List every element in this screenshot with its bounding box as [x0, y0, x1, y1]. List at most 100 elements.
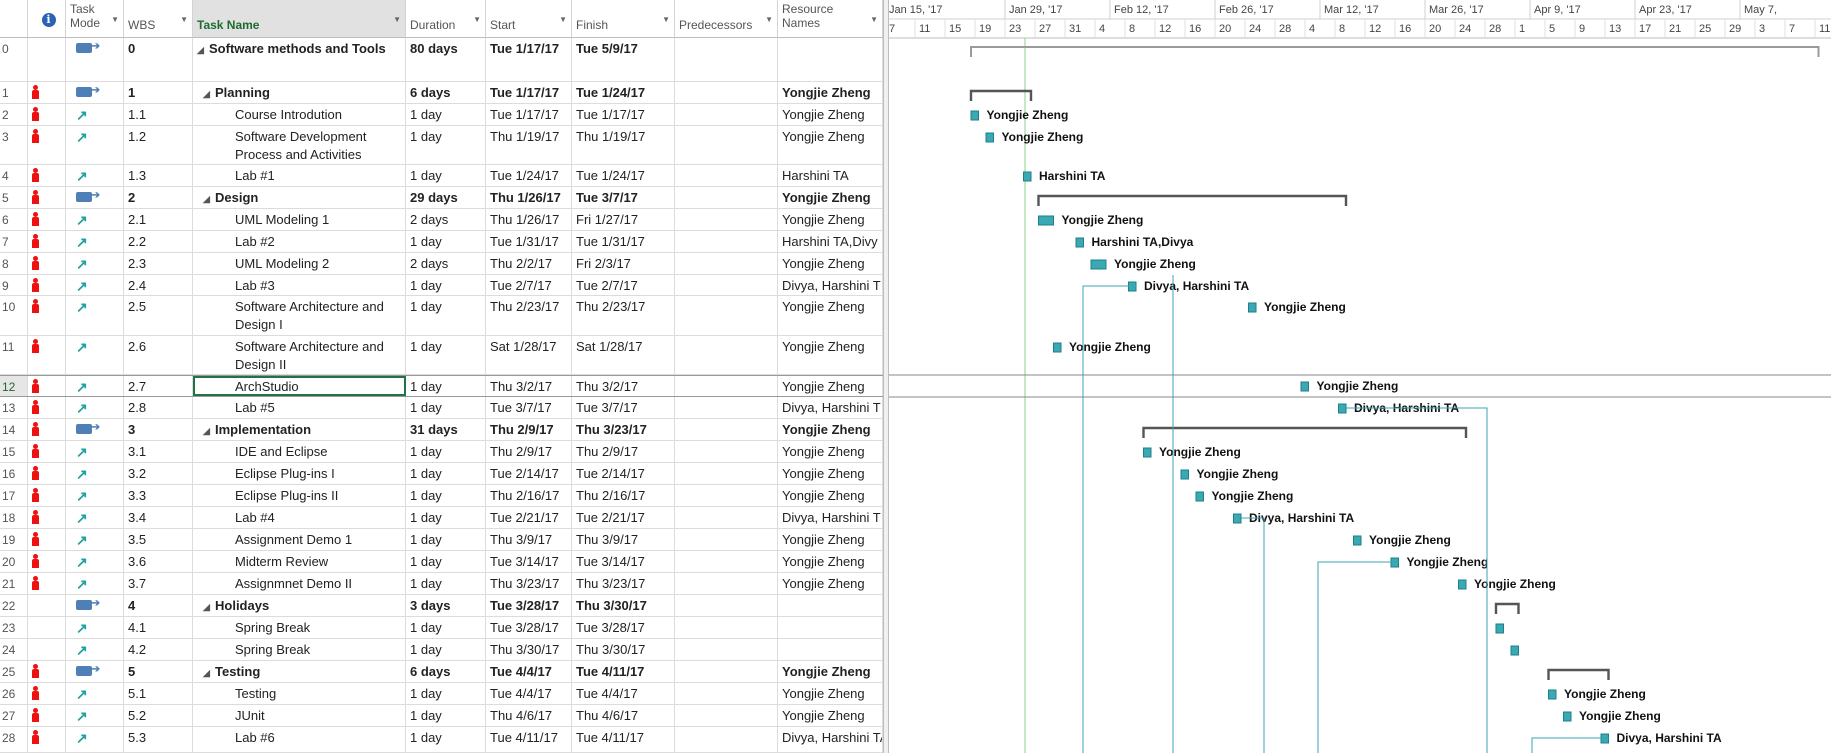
- duration-cell[interactable]: 1 day: [406, 617, 486, 638]
- predecessors-cell[interactable]: [675, 661, 778, 682]
- header-duration[interactable]: Duration ▼: [406, 0, 486, 38]
- finish-cell[interactable]: Tue 3/7/17: [572, 397, 675, 418]
- start-cell[interactable]: Tue 2/14/17: [486, 463, 572, 484]
- task-name-cell[interactable]: UML Modeling 1: [193, 209, 406, 230]
- duration-cell[interactable]: 1 day: [406, 683, 486, 704]
- indicator-cell[interactable]: [28, 253, 66, 274]
- wbs-cell[interactable]: 3.5: [124, 529, 193, 550]
- table-row[interactable]: 26 ↗ 5.1 Testing 1 day Tue 4/4/17 Tue 4/4/17 Yo…: [0, 683, 883, 705]
- task-bar[interactable]: [1248, 302, 1257, 313]
- header-start[interactable]: Start ▼: [486, 0, 572, 38]
- predecessors-cell[interactable]: [675, 253, 778, 274]
- task-name-cell[interactable]: Midterm Review: [193, 551, 406, 572]
- task-mode-cell[interactable]: [66, 595, 124, 616]
- table-row[interactable]: 11 ↗ 2.6 Software Architecture and Design I…: [0, 336, 883, 375]
- duration-cell[interactable]: 1 day: [406, 397, 486, 418]
- resource-names-cell[interactable]: Yongjie Zheng: [778, 463, 883, 484]
- task-bar[interactable]: [1053, 342, 1062, 353]
- row-number[interactable]: 4: [0, 165, 28, 186]
- bar-resource-label[interactable]: Yongjie Zheng: [987, 108, 1069, 122]
- task-bar[interactable]: [1458, 579, 1467, 590]
- table-row[interactable]: 14 3 ◢ Implementation 31 daysThu 2/9/17Thu 3…: [0, 419, 883, 441]
- task-bar[interactable]: [1090, 259, 1107, 270]
- finish-cell[interactable]: Thu 2/16/17: [572, 485, 675, 506]
- wbs-cell[interactable]: 3.7: [124, 573, 193, 594]
- task-name-cell[interactable]: Eclipse Plug-ins II: [193, 485, 406, 506]
- start-cell[interactable]: Thu 1/19/17: [486, 126, 572, 164]
- finish-cell[interactable]: Tue 2/14/17: [572, 463, 675, 484]
- resource-names-cell[interactable]: Harshini TA: [778, 165, 883, 186]
- finish-cell[interactable]: Tue 4/11/17: [572, 727, 675, 752]
- indicator-cell[interactable]: [28, 485, 66, 506]
- duration-cell[interactable]: 1 day: [406, 126, 486, 164]
- predecessors-cell[interactable]: [675, 38, 778, 81]
- wbs-cell[interactable]: 4: [124, 595, 193, 616]
- start-cell[interactable]: Tue 1/17/17: [486, 82, 572, 103]
- resource-names-cell[interactable]: Yongjie Zheng: [778, 485, 883, 506]
- bar-resource-label[interactable]: Yongjie Zheng: [1114, 257, 1196, 271]
- collapse-triangle-icon[interactable]: ◢: [203, 598, 210, 616]
- task-bar[interactable]: [1180, 469, 1189, 480]
- wbs-cell[interactable]: 2.5: [124, 296, 193, 335]
- resource-names-cell[interactable]: [778, 639, 883, 660]
- predecessors-cell[interactable]: [675, 683, 778, 704]
- duration-cell[interactable]: 1 day: [406, 376, 486, 396]
- duration-cell[interactable]: 2 days: [406, 253, 486, 274]
- indicator-cell[interactable]: [28, 296, 66, 335]
- indicator-cell[interactable]: [28, 595, 66, 616]
- finish-cell[interactable]: Thu 3/23/17: [572, 573, 675, 594]
- duration-cell[interactable]: 1 day: [406, 705, 486, 726]
- resource-names-cell[interactable]: Yongjie Zheng: [778, 336, 883, 374]
- row-number[interactable]: 27: [0, 705, 28, 726]
- task-mode-cell[interactable]: ↗: [66, 209, 124, 230]
- finish-cell[interactable]: Tue 1/24/17: [572, 165, 675, 186]
- indicator-cell[interactable]: [28, 209, 66, 230]
- wbs-cell[interactable]: 1.1: [124, 104, 193, 125]
- table-row[interactable]: 17 ↗ 3.3 Eclipse Plug-ins II 1 day Thu 2/16/1…: [0, 485, 883, 507]
- bar-resource-label[interactable]: Yongjie Zheng: [1579, 709, 1661, 723]
- table-row[interactable]: 4 ↗ 1.3 Lab #1 1 day Tue 1/24/17 Tue 1/24/17 H…: [0, 165, 883, 187]
- finish-cell[interactable]: Tue 3/28/17: [572, 617, 675, 638]
- duration-cell[interactable]: 1 day: [406, 275, 486, 295]
- wbs-cell[interactable]: 5.2: [124, 705, 193, 726]
- row-number[interactable]: 18: [0, 507, 28, 528]
- resource-names-cell[interactable]: Divya, Harshini TA: [778, 727, 883, 752]
- predecessors-cell[interactable]: [675, 397, 778, 418]
- duration-cell[interactable]: 1 day: [406, 104, 486, 125]
- wbs-cell[interactable]: 1.3: [124, 165, 193, 186]
- indicator-cell[interactable]: [28, 376, 66, 396]
- finish-cell[interactable]: Thu 3/2/17: [572, 376, 675, 396]
- duration-cell[interactable]: 1 day: [406, 573, 486, 594]
- task-name-cell[interactable]: Eclipse Plug-ins I: [193, 463, 406, 484]
- task-name-cell[interactable]: Spring Break: [193, 639, 406, 660]
- task-mode-cell[interactable]: ↗: [66, 705, 124, 726]
- resource-names-cell[interactable]: Yongjie Zheng: [778, 376, 883, 396]
- indicator-cell[interactable]: [28, 727, 66, 752]
- wbs-cell[interactable]: 3.3: [124, 485, 193, 506]
- indicator-cell[interactable]: [28, 187, 66, 208]
- predecessors-cell[interactable]: [675, 209, 778, 230]
- task-name-cell[interactable]: Lab #2: [193, 231, 406, 252]
- summary-bar[interactable]: [1494, 602, 1520, 614]
- resource-names-cell[interactable]: Yongjie Zheng: [778, 296, 883, 335]
- duration-cell[interactable]: 1 day: [406, 727, 486, 752]
- task-bar[interactable]: [1300, 381, 1309, 392]
- predecessors-cell[interactable]: [675, 595, 778, 616]
- table-row[interactable]: 3 ↗ 1.2 Software Development Process and Ac…: [0, 126, 883, 165]
- table-row[interactable]: 12 ↗ 2.7 ArchStudio 1 day Thu 3/2/17 Thu 3/2/1…: [0, 375, 883, 397]
- resource-names-cell[interactable]: Yongjie Zheng: [778, 126, 883, 164]
- task-bar[interactable]: [1233, 513, 1242, 524]
- start-cell[interactable]: Tue 1/24/17: [486, 165, 572, 186]
- finish-cell[interactable]: Tue 3/14/17: [572, 551, 675, 572]
- table-row[interactable]: 16 ↗ 3.2 Eclipse Plug-ins I1 day Tue 2/14/17…: [0, 463, 883, 485]
- resource-names-cell[interactable]: Yongjie Zheng: [778, 529, 883, 550]
- task-mode-cell[interactable]: ↗: [66, 253, 124, 274]
- task-bar[interactable]: [985, 132, 994, 143]
- predecessors-cell[interactable]: [675, 104, 778, 125]
- bar-resource-label[interactable]: Yongjie Zheng: [1474, 577, 1556, 591]
- task-bar[interactable]: [1548, 689, 1557, 700]
- bar-resource-label[interactable]: Yongjie Zheng: [1264, 300, 1346, 314]
- header-indicators[interactable]: i: [28, 0, 66, 38]
- task-mode-cell[interactable]: [66, 419, 124, 440]
- finish-cell[interactable]: Tue 1/31/17: [572, 231, 675, 252]
